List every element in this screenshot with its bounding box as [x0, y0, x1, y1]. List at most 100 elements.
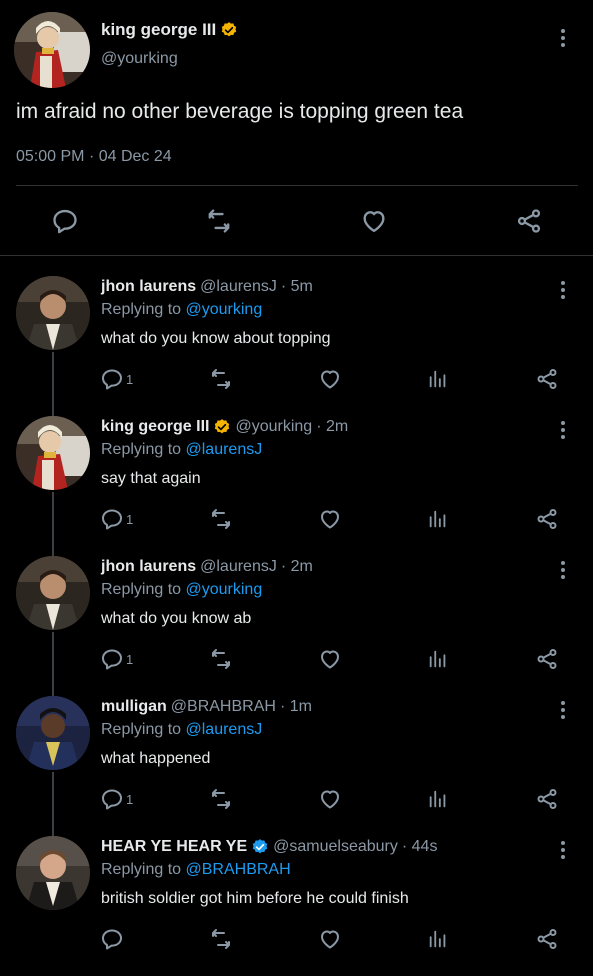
views-icon[interactable] — [425, 506, 451, 532]
reply-text: say that again — [101, 470, 201, 487]
reply-action-bar: 1 — [0, 366, 593, 392]
replying-to-link[interactable]: @laurensJ — [186, 441, 263, 458]
reply-tweet[interactable]: HEAR YE HEAR YE @samuelseabury · 44s Rep… — [0, 836, 593, 976]
reply-tweet[interactable]: jhon laurens @laurensJ · 2m Replying to … — [0, 556, 593, 696]
author-name[interactable]: jhon laurens — [101, 278, 196, 296]
reply-header: HEAR YE HEAR YE @samuelseabury · 44s — [101, 838, 437, 856]
replying-to-link[interactable]: @yourking — [186, 581, 263, 598]
reply-icon[interactable] — [50, 206, 80, 236]
share-icon[interactable] — [533, 366, 561, 392]
verified-badge-icon — [252, 839, 268, 854]
avatar[interactable] — [16, 836, 90, 910]
author-name[interactable]: king george III — [101, 418, 209, 436]
like-icon[interactable] — [358, 206, 390, 236]
views-icon[interactable] — [425, 926, 451, 952]
reply-action-bar: 1 — [0, 786, 593, 812]
reply-action-bar: 1 — [0, 506, 593, 532]
reply-header: jhon laurens @laurensJ · 2m — [101, 558, 313, 576]
replying-to: Replying to @yourking — [101, 301, 262, 319]
replying-prefix: Replying to — [101, 721, 182, 738]
like-icon[interactable] — [316, 646, 344, 672]
avatar[interactable] — [16, 556, 90, 630]
replying-to-link[interactable]: @laurensJ — [186, 721, 263, 738]
reply-header: jhon laurens @laurensJ · 5m — [101, 278, 313, 296]
avatar[interactable] — [16, 276, 90, 350]
author-name[interactable]: jhon laurens — [101, 558, 196, 576]
main-tweet[interactable]: king george III @yourking im afraid no o… — [0, 0, 593, 256]
reply-icon[interactable]: 1 — [100, 506, 133, 532]
tweet-timestamp[interactable]: 05:00 PM · 04 Dec 24 — [16, 148, 172, 166]
author-handle[interactable]: @BRAHBRAH — [171, 698, 276, 716]
share-icon[interactable] — [533, 506, 561, 532]
author-handle[interactable]: @samuelseabury — [273, 838, 398, 856]
like-icon[interactable] — [316, 366, 344, 392]
share-icon[interactable] — [533, 786, 561, 812]
retweet-icon[interactable] — [206, 646, 236, 672]
author-name[interactable]: king george III — [101, 20, 238, 40]
reply-age: · 44s — [401, 838, 438, 855]
more-icon[interactable] — [553, 418, 573, 442]
author-name[interactable]: mulligan — [101, 698, 167, 716]
author-handle[interactable]: @yourking — [101, 50, 178, 68]
author-handle[interactable]: @yourking — [235, 418, 312, 436]
retweet-icon[interactable] — [202, 206, 236, 236]
avatar-king-george — [14, 12, 90, 88]
replying-prefix: Replying to — [101, 441, 182, 458]
like-icon[interactable] — [316, 506, 344, 532]
views-icon[interactable] — [425, 646, 451, 672]
avatar-mulligan — [16, 696, 90, 770]
replying-prefix: Replying to — [101, 861, 182, 878]
divider — [16, 185, 578, 186]
like-icon[interactable] — [316, 926, 344, 952]
avatar[interactable] — [16, 416, 90, 490]
reply-tweet[interactable]: mulligan @BRAHBRAH · 1m Replying to @lau… — [0, 696, 593, 836]
author-name-text[interactable]: king george III — [101, 20, 216, 40]
views-icon[interactable] — [425, 786, 451, 812]
reply-icon[interactable]: 1 — [100, 646, 133, 672]
reply-header: mulligan @BRAHBRAH · 1m — [101, 698, 312, 716]
more-icon[interactable] — [553, 26, 573, 50]
reply-count: 1 — [126, 651, 134, 667]
more-icon[interactable] — [553, 278, 573, 302]
author-handle[interactable]: @laurensJ — [200, 558, 277, 576]
share-icon[interactable] — [533, 646, 561, 672]
reply-text: what happened — [101, 750, 211, 767]
divider — [0, 255, 593, 256]
views-icon[interactable] — [425, 366, 451, 392]
reply-tweet[interactable]: jhon laurens @laurensJ · 5m Replying to … — [0, 276, 593, 416]
reply-age: · 2m — [316, 418, 349, 435]
reply-icon[interactable] — [100, 926, 126, 952]
retweet-icon[interactable] — [206, 786, 236, 812]
like-icon[interactable] — [316, 786, 344, 812]
tweet-time: 05:00 PM — [16, 148, 85, 165]
reply-text: what do you know ab — [101, 610, 252, 627]
retweet-icon[interactable] — [206, 506, 236, 532]
timestamp-separator: · — [88, 148, 95, 165]
reply-action-bar: 1 — [0, 646, 593, 672]
author-handle[interactable]: @laurensJ — [200, 278, 277, 296]
reply-text: what do you know about topping — [101, 330, 331, 347]
avatar-jhon-laurens — [16, 556, 90, 630]
replying-to-link[interactable]: @BRAHBRAH — [186, 861, 291, 878]
more-icon[interactable] — [553, 698, 573, 722]
share-icon[interactable] — [533, 926, 561, 952]
reply-header: king george III @yourking · 2m — [101, 418, 348, 436]
tweet-date: 04 Dec 24 — [98, 148, 172, 165]
replying-to: Replying to @BRAHBRAH — [101, 861, 291, 879]
verified-badge-icon — [222, 22, 237, 37]
more-icon[interactable] — [553, 838, 573, 862]
retweet-icon[interactable] — [206, 366, 236, 392]
reply-icon[interactable]: 1 — [100, 366, 133, 392]
retweet-icon[interactable] — [206, 926, 236, 952]
replying-to-link[interactable]: @yourking — [186, 301, 263, 318]
more-icon[interactable] — [553, 558, 573, 582]
reply-tweet[interactable]: king george III @yourking · 2m Replying … — [0, 416, 593, 556]
author-name[interactable]: HEAR YE HEAR YE — [101, 838, 247, 856]
reply-icon[interactable]: 1 — [100, 786, 133, 812]
avatar[interactable] — [14, 12, 90, 88]
reply-age: · 5m — [280, 278, 313, 295]
avatar[interactable] — [16, 696, 90, 770]
replying-prefix: Replying to — [101, 301, 182, 318]
share-icon[interactable] — [513, 206, 545, 236]
reply-text: british soldier got him before he could … — [101, 890, 409, 907]
